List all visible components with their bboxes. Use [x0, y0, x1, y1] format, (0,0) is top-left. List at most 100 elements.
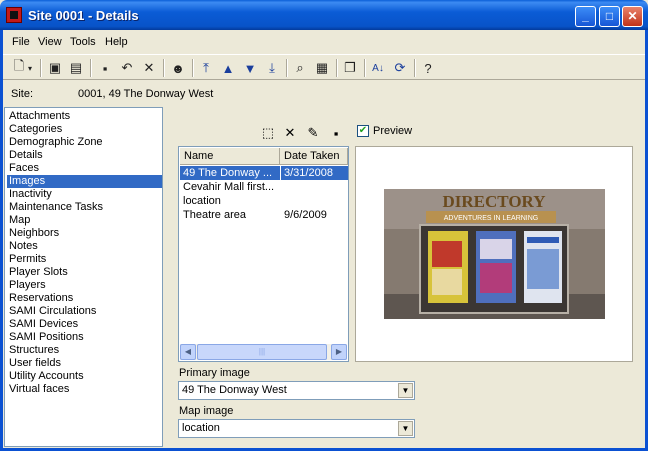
list-item[interactable]: Inactivity	[7, 188, 162, 201]
scroll-thumb[interactable]: |||	[197, 344, 327, 360]
list-item-selected[interactable]: Images	[7, 175, 162, 188]
list-item[interactable]: Player Slots	[7, 266, 162, 279]
preview-photo: DIRECTORY ADVENTURES IN LEARNING	[384, 189, 605, 319]
save-new-icon[interactable]: ▤	[66, 58, 86, 78]
scroll-right-icon[interactable]: ▶	[331, 344, 347, 360]
copy-icon[interactable]: ❐	[340, 58, 360, 78]
preview-label: Preview	[373, 125, 413, 137]
scroll-left-icon[interactable]: ◀	[180, 344, 196, 360]
report-icon[interactable]: ▦	[312, 58, 332, 78]
main-toolbar: 🗋 ▾ ▣ ▤ ▪ ↶ ✕ ☻ ⤒ ▲ ▼ ⤓ ⌕ ▦ ❐ A↓ ⟳ ?	[3, 54, 645, 80]
directory-photo-graphic: DIRECTORY ADVENTURES IN LEARNING	[384, 189, 605, 319]
menu-file[interactable]: File	[12, 36, 30, 48]
title-bar[interactable]: Site 0001 - Details _ □ ✕	[0, 0, 648, 30]
list-item[interactable]: Virtual faces	[7, 383, 162, 396]
list-item[interactable]: SAMI Positions	[7, 331, 162, 344]
cell-name: 49 The Donway ...	[180, 166, 280, 180]
delete-icon[interactable]: ✕	[139, 58, 159, 78]
save-copy-icon[interactable]: ▣	[45, 58, 65, 78]
toolbar-separator	[192, 59, 194, 77]
list-item[interactable]: Neighbors	[7, 227, 162, 240]
new-image-icon[interactable]: ⬚	[259, 125, 277, 141]
horizontal-scrollbar[interactable]: ◀ ||| ▶	[180, 344, 347, 360]
menu-help[interactable]: Help	[105, 36, 128, 48]
primary-image-label: Primary image	[179, 367, 250, 379]
table-row[interactable]: 49 The Donway ... 3/31/2008	[180, 166, 348, 180]
move-last-icon[interactable]: ⤓	[262, 58, 282, 78]
maximize-button[interactable]: □	[599, 6, 620, 27]
search-icon[interactable]: ⌕	[290, 58, 310, 78]
table-row[interactable]: Cevahir Mall first...	[180, 180, 348, 194]
toolbar-separator	[364, 59, 366, 77]
cell-date: 9/6/2009	[284, 209, 327, 221]
refresh-icon[interactable]: ⟳	[390, 58, 410, 78]
table-row[interactable]: Theatre area 9/6/2009	[180, 208, 348, 222]
list-item[interactable]: Details	[7, 149, 162, 162]
cell-name: location	[183, 195, 221, 207]
chevron-down-icon[interactable]: ▼	[398, 421, 413, 436]
site-label: Site:	[11, 88, 34, 100]
map-image-select[interactable]: location ▼	[178, 419, 415, 438]
cell-date	[281, 194, 348, 208]
app-icon	[6, 7, 22, 23]
column-header-name[interactable]: Name	[180, 148, 280, 165]
undo-icon[interactable]: ↶	[117, 58, 137, 78]
toolbar-separator	[90, 59, 92, 77]
person-location-icon[interactable]: ☻	[168, 58, 188, 78]
save-image-icon[interactable]: ▪	[327, 125, 345, 141]
menu-tools[interactable]: Tools	[70, 36, 96, 48]
window-frame-left	[0, 30, 3, 451]
move-first-icon[interactable]: ⤒	[196, 58, 216, 78]
list-item[interactable]: SAMI Circulations	[7, 305, 162, 318]
toolbar-separator	[414, 59, 416, 77]
map-image-label: Map image	[179, 405, 234, 417]
list-item[interactable]: Notes	[7, 240, 162, 253]
list-item[interactable]: Structures	[7, 344, 162, 357]
delete-image-icon[interactable]: ✕	[281, 125, 299, 141]
list-item[interactable]: User fields	[7, 357, 162, 370]
list-item[interactable]: Players	[7, 279, 162, 292]
photo-banner-text: ADVENTURES IN LEARNING	[444, 215, 539, 222]
site-value: 0001, 49 The Donway West	[78, 88, 214, 100]
primary-image-select[interactable]: 49 The Donway West ▼	[178, 381, 415, 400]
primary-image-value: 49 The Donway West	[182, 384, 287, 396]
toolbar-separator	[336, 59, 338, 77]
menu-view[interactable]: View	[38, 36, 62, 48]
dropdown-arrow-icon[interactable]: ▾	[25, 58, 35, 78]
minimize-button[interactable]: _	[575, 6, 596, 27]
list-item[interactable]: Demographic Zone	[7, 136, 162, 149]
toolbar-separator	[40, 59, 42, 77]
cell-name: Cevahir Mall first...	[183, 181, 275, 193]
chevron-down-icon[interactable]: ▼	[398, 383, 413, 398]
image-preview-pane: DIRECTORY ADVENTURES IN LEARNING	[355, 146, 633, 362]
list-item[interactable]: Faces	[7, 162, 162, 175]
move-up-icon[interactable]: ▲	[218, 58, 238, 78]
map-image-value: location	[182, 422, 220, 434]
window-title: Site 0001 - Details	[28, 8, 139, 23]
list-item[interactable]: Attachments	[7, 110, 162, 123]
list-item[interactable]: Reservations	[7, 292, 162, 305]
column-header-date[interactable]: Date Taken	[280, 148, 348, 165]
list-item[interactable]: Permits	[7, 253, 162, 266]
edit-image-icon[interactable]: ✎	[304, 125, 322, 141]
list-item[interactable]: SAMI Devices	[7, 318, 162, 331]
images-grid[interactable]: Name Date Taken 49 The Donway ... 3/31/2…	[178, 146, 349, 362]
close-button[interactable]: ✕	[622, 6, 643, 27]
sort-az-icon[interactable]: A↓	[368, 58, 388, 78]
cell-date	[281, 180, 348, 194]
list-item[interactable]: Categories	[7, 123, 162, 136]
list-item[interactable]: Utility Accounts	[7, 370, 162, 383]
list-item[interactable]: Map	[7, 214, 162, 227]
help-icon[interactable]: ?	[418, 58, 438, 78]
toolbar-separator	[163, 59, 165, 77]
cell-name: Theatre area	[183, 209, 246, 221]
category-list[interactable]: Attachments Categories Demographic Zone …	[4, 107, 163, 447]
photo-sign-text: DIRECTORY	[443, 192, 546, 211]
preview-checkbox[interactable]: ✔	[357, 125, 369, 137]
table-row[interactable]: location	[180, 194, 348, 208]
move-down-icon[interactable]: ▼	[240, 58, 260, 78]
cell-date: 3/31/2008	[281, 166, 348, 180]
list-item[interactable]: Maintenance Tasks	[7, 201, 162, 214]
toolbar-separator	[286, 59, 288, 77]
save-icon[interactable]: ▪	[95, 58, 115, 78]
